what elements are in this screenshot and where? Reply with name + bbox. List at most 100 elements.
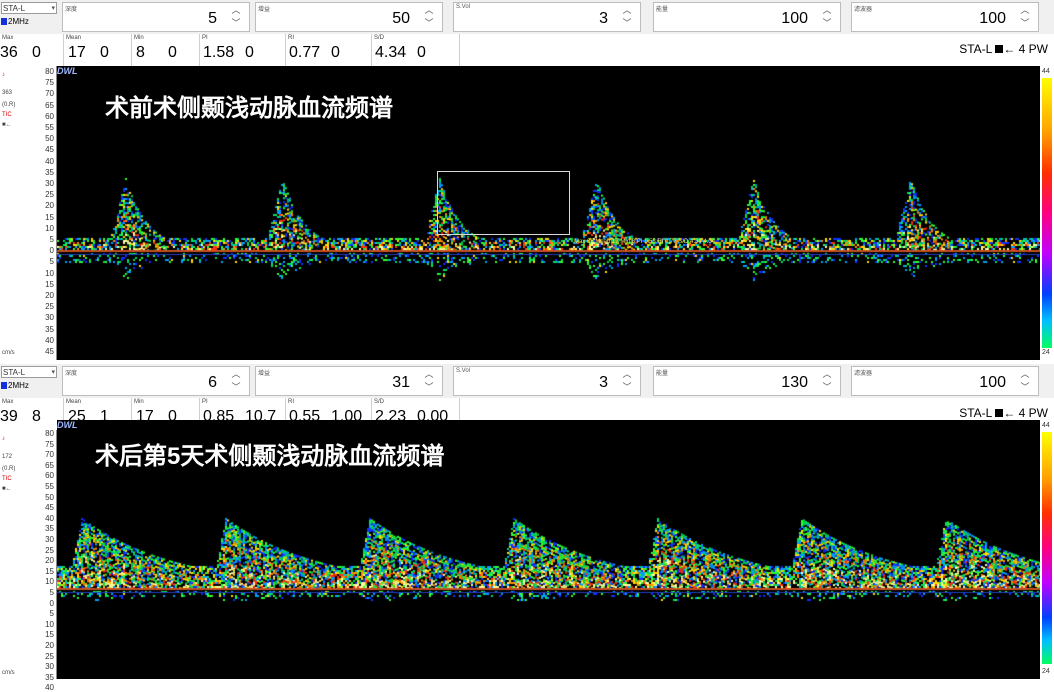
chevron-up-icon[interactable]: ︿: [622, 5, 631, 15]
dropdown-arrow-icon: ▾: [51, 369, 55, 376]
axis-tick-label: 5: [49, 257, 54, 267]
doppler-spectrum: DWL 术前术侧颞浅动脉血流频谱 Max 36 Mean 17 Min 8 PI…: [57, 66, 1040, 360]
power-field[interactable]: 能量 130 ︿ ﹀: [653, 366, 841, 396]
chevron-down-icon[interactable]: ﹀: [1020, 18, 1029, 28]
power-spinner[interactable]: ︿ ﹀: [820, 368, 834, 396]
probe-selector[interactable]: STA-L ▾ 2MHz: [0, 364, 60, 398]
max-measure: Max 39 8: [0, 398, 64, 430]
measurement-overlay: Max 36 Mean 17 Min 8 PI 1.58 RI 0.77 S/D…: [574, 239, 716, 245]
axis-tick-label: 30: [45, 662, 54, 672]
chevron-down-icon[interactable]: ﹀: [822, 18, 831, 28]
power-field[interactable]: 能量 100 ︿ ﹀: [653, 2, 841, 32]
chevron-up-icon[interactable]: ︿: [1020, 5, 1029, 15]
chevron-up-icon[interactable]: ︿: [231, 5, 240, 15]
chevron-down-icon[interactable]: ﹀: [424, 382, 433, 392]
axis-tick-label: 15: [45, 630, 54, 640]
probe-selector[interactable]: STA-L ▾ 2MHz: [0, 0, 60, 34]
chevron-up-icon[interactable]: ︿: [1020, 369, 1029, 379]
pi-measure: PI 1.58 0: [200, 34, 286, 66]
sample-volume-field[interactable]: S.Vol 3 ︿ ﹀: [453, 366, 641, 396]
chevron-down-icon[interactable]: ﹀: [622, 18, 631, 28]
measurement-cursor-box[interactable]: [437, 171, 570, 235]
axis-tick-label: 80: [45, 67, 54, 76]
ri-measure: RI 0.77 0: [286, 34, 372, 66]
velocity-axis: 80 75 70 65 60 55 50 45 40 35 30 25 20 15 10 5 0 5 10 15 20 2…: [20, 430, 57, 692]
chevron-up-icon[interactable]: ︿: [424, 5, 433, 15]
axis-tick-label: 75: [45, 78, 54, 88]
spectrum-panel-preop: STA-L ▾ 2MHz 深度 5 ︿ ﹀ 增益 50 ︿ ﹀ S.Vol 3 ︿ ﹀ 能量 100 ︿…: [0, 0, 1054, 360]
sample-volume-spinner[interactable]: ︿ ﹀: [620, 368, 634, 396]
depth-field[interactable]: 深度 5 ︿ ﹀: [62, 2, 250, 32]
axis-tick-label: 30: [45, 535, 54, 544]
axis-tick-label: 10: [45, 577, 54, 587]
sample-volume-field[interactable]: S.Vol 3 ︿ ﹀: [453, 2, 641, 32]
depth-field[interactable]: 深度 6 ︿ ﹀: [62, 366, 250, 396]
min-measure: Min 8 0: [132, 34, 200, 66]
probe-icon: ♪: [2, 436, 5, 442]
marker-icon: ■←: [2, 122, 12, 128]
measurement-bar: Max 36 0 Mean 17 0 Min 8 0 PI 1.58 0 RI 0.77 0 S/D…: [0, 34, 1054, 67]
filter-spinner[interactable]: ︿ ﹀: [1018, 4, 1032, 32]
power-spinner[interactable]: ︿ ﹀: [820, 4, 834, 32]
color-scale: 44 24: [1040, 420, 1054, 679]
axis-tick-label: 25: [45, 651, 54, 661]
gain-field[interactable]: 增益 50 ︿ ﹀: [255, 2, 443, 32]
depth-spinner[interactable]: ︿ ﹀: [229, 368, 243, 396]
chevron-down-icon[interactable]: ﹀: [231, 18, 240, 28]
probe-location-select[interactable]: STA-L ▾: [1, 366, 57, 378]
axis-tick-label: 0: [49, 246, 54, 256]
side-info: ♪ 172 (0.R) TIC ■← cm/s: [0, 430, 20, 679]
filter-field[interactable]: 滤波器 100 ︿ ﹀: [851, 366, 1039, 396]
axis-tick-label: 75: [45, 439, 54, 449]
chevron-down-icon[interactable]: ﹀: [424, 18, 433, 28]
doppler-spectrum: DWL 术后第5天术侧颞浅动脉血流频谱: [57, 420, 1040, 679]
chevron-up-icon[interactable]: ︿: [622, 369, 631, 379]
probe-color-icon: [1, 18, 7, 25]
sample-volume-spinner[interactable]: ︿ ﹀: [620, 4, 634, 32]
chevron-up-icon[interactable]: ︿: [231, 369, 240, 379]
axis-tick-label: 35: [45, 672, 54, 682]
gain-field[interactable]: 增益 31 ︿ ﹀: [255, 366, 443, 396]
gain-spinner[interactable]: ︿ ﹀: [422, 4, 436, 32]
axis-tick-label: 35: [45, 324, 54, 334]
axis-tick-label: 55: [45, 482, 54, 491]
axis-tick-label: 20: [45, 291, 54, 300]
filter-spinner[interactable]: ︿ ﹀: [1018, 368, 1032, 396]
chevron-down-icon[interactable]: ﹀: [822, 382, 831, 392]
side-info: ♪ 363 (0.R) TIC ■← cm/s: [0, 66, 20, 360]
axis-tick-label: 25: [45, 545, 54, 555]
axis-tick-label: 40: [45, 683, 54, 692]
sd-measure: S/D 4.34 0: [372, 34, 460, 66]
chevron-down-icon[interactable]: ﹀: [231, 382, 240, 392]
axis-tick-label: 40: [45, 335, 54, 345]
chevron-up-icon[interactable]: ︿: [822, 369, 831, 379]
axis-tick-label: 35: [45, 524, 54, 534]
axis-tick-label: 45: [45, 503, 54, 513]
gain-spinner[interactable]: ︿ ﹀: [422, 368, 436, 396]
chevron-down-icon[interactable]: ﹀: [1020, 382, 1029, 392]
dwl-logo: DWL: [57, 66, 78, 76]
axis-tick-label: 50: [45, 134, 54, 144]
velocity-axis: 80 75 70 65 60 55 50 45 40 35 30 25 20 15 10 5 0 5 10 15 20 2…: [20, 66, 57, 360]
filter-field[interactable]: 滤波器 100 ︿ ﹀: [851, 2, 1039, 32]
axis-tick-label: 15: [45, 279, 54, 289]
chevron-up-icon[interactable]: ︿: [424, 369, 433, 379]
axis-tick-label: 70: [45, 89, 54, 99]
depth-spinner[interactable]: ︿ ﹀: [229, 4, 243, 32]
chevron-up-icon[interactable]: ︿: [822, 5, 831, 15]
axis-tick-label: 30: [45, 313, 54, 323]
arrow-left-icon[interactable]: ←: [1003, 42, 1015, 56]
chevron-down-icon[interactable]: ﹀: [622, 382, 631, 392]
probe-location-select[interactable]: STA-L ▾: [1, 2, 57, 14]
color-gradient: [1042, 432, 1052, 664]
marker-icon: ■←: [2, 486, 12, 492]
axis-tick-label: 45: [45, 347, 54, 356]
axis-tick-label: 5: [49, 609, 54, 619]
probe-color-icon: [1, 382, 7, 389]
probe-frequency: 2MHz: [1, 381, 29, 390]
arrow-left-icon[interactable]: ←: [1003, 406, 1015, 420]
axis-tick-label: 0: [49, 598, 54, 608]
axis-tick-label: 20: [45, 556, 54, 566]
axis-tick-label: 10: [45, 619, 54, 629]
axis-tick-label: 25: [45, 302, 54, 312]
